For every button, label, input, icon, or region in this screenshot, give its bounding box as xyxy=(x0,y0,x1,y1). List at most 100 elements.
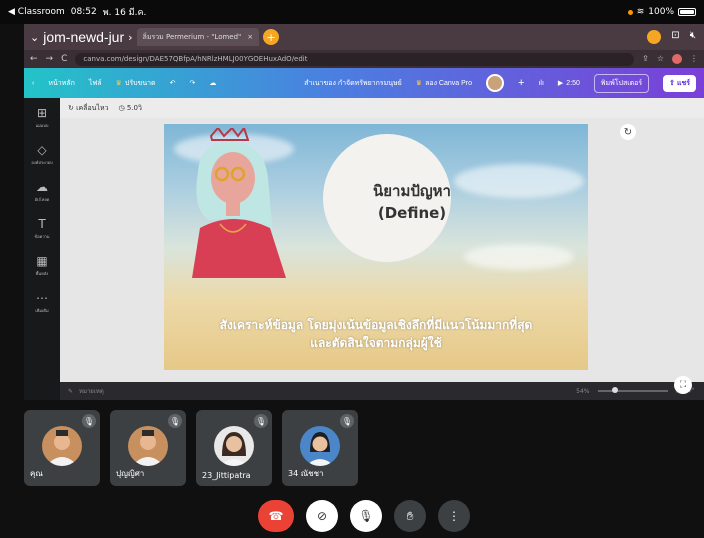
camera-off-icon: ⊘ xyxy=(316,509,328,523)
canvas-area: นิยามปัญหา (Define) สังเคราะห์ข้อมูล โดย… xyxy=(60,118,704,382)
resize-button[interactable]: ♛ ปรับขนาด xyxy=(116,78,156,89)
slide-title-line2: (Define) xyxy=(377,204,447,222)
notes-button[interactable]: หมายเหตุ xyxy=(79,386,104,396)
battery-icon xyxy=(678,8,696,16)
recording-dot-icon xyxy=(627,9,633,15)
end-call-button[interactable]: ☎ xyxy=(258,500,294,532)
document-title[interactable]: สำเนาของ กำจัดทรัพยากรมนุษย์ xyxy=(304,78,402,89)
home-link[interactable]: หน้าหลัก xyxy=(48,78,74,89)
mic-off-icon: 🎙︎ xyxy=(340,414,354,428)
fullscreen-icon[interactable]: ⛶ xyxy=(674,376,692,394)
file-menu[interactable]: ไฟล์ xyxy=(89,78,102,89)
slide-body-line1: สังเคราะห์ข้อมูล โดยมุ่งเน้นข้อมูลเชิงลึ… xyxy=(219,318,533,332)
share-button[interactable]: ⇧ แชร์ xyxy=(663,74,696,92)
meeting-code: jom-newd-jur xyxy=(43,29,125,45)
share-label: แชร์ xyxy=(676,79,690,87)
add-collaborator-icon[interactable]: + xyxy=(518,77,524,89)
more-icon: ⋯ xyxy=(36,291,48,305)
zoom-level: 54% xyxy=(576,387,590,395)
battery-percent: 100% xyxy=(648,7,674,17)
mic-toggle-button[interactable]: 🎙︎ xyxy=(350,500,382,532)
sidebar-item-background[interactable]: ▦ พื้นหลัง xyxy=(36,254,48,277)
mic-off-icon: 🎙︎ xyxy=(254,414,268,428)
avatar xyxy=(42,426,82,466)
back-to-app-link[interactable]: ◀ Classroom xyxy=(8,7,65,17)
status-time: 08:52 xyxy=(70,7,97,17)
sidebar-item-more[interactable]: ⋯ เพิ่มเติม xyxy=(35,291,48,314)
status-bar: ◀ Classroom 08:52 พ. 16 มี.ค. ≋ 100% xyxy=(0,0,704,24)
text-icon: T xyxy=(38,217,46,231)
close-icon[interactable]: × xyxy=(247,33,253,41)
mute-speaker-icon[interactable]: 🔇︎ xyxy=(690,30,696,44)
avatar xyxy=(300,426,340,466)
participant-tile[interactable]: 🎙︎ ปุญญิศา xyxy=(110,410,186,486)
menu-dots-icon[interactable]: ⋮ xyxy=(690,54,698,64)
call-controls: ☎ ⊘ 🎙︎ ✋︎ ⋮ xyxy=(258,500,470,532)
cloud-sync-icon: ☁ xyxy=(209,80,217,87)
more-options-button[interactable]: ⋮ xyxy=(438,500,470,532)
sidebar-item-templates[interactable]: ⊞ แม่แบบ xyxy=(36,106,49,129)
back-icon[interactable]: ← xyxy=(30,54,38,64)
print-poster-button[interactable]: พิมพ์โปสเตอร์ xyxy=(593,73,650,93)
slide[interactable]: นิยามปัญหา (Define) สังเคราะห์ข้อมูล โดย… xyxy=(164,124,588,370)
screenshot-icon[interactable]: ⊡ xyxy=(671,30,679,44)
duration-button[interactable]: ◷ 5.0วิ xyxy=(119,103,142,114)
slide-body: สังเคราะห์ข้อมูล โดยมุ่งเน้นข้อมูลเชิงลึ… xyxy=(164,316,588,352)
camera-toggle-button[interactable]: ⊘ xyxy=(306,500,338,532)
sidebar-item-text[interactable]: T ข้อความ xyxy=(35,217,50,240)
back-chevron-icon[interactable]: ‹ xyxy=(32,80,34,87)
redo-icon[interactable]: ↷ xyxy=(189,79,195,87)
user-avatar[interactable] xyxy=(486,74,505,92)
forward-icon[interactable]: → xyxy=(46,54,54,64)
participant-name: ปุญญิศา xyxy=(116,469,145,478)
rotate-icon[interactable]: ↻ xyxy=(620,124,636,140)
canva-sidebar: ⊞ แม่แบบ ◇ องค์ประกอบ ☁ อัปโหลด T ข้อควา… xyxy=(24,98,60,400)
sidebar-item-label: เพิ่มเติม xyxy=(35,308,49,313)
avatar xyxy=(214,426,254,466)
elements-icon: ◇ xyxy=(37,143,47,157)
zoom-slider[interactable] xyxy=(597,387,668,393)
new-tab-button[interactable]: + xyxy=(263,29,280,45)
present-button[interactable]: ▶ 2:50 xyxy=(557,79,580,88)
play-icon: ▶ xyxy=(557,80,564,87)
share-page-icon[interactable]: ⇪ xyxy=(642,54,649,64)
print-label: พิมพ์โปสเตอร์ xyxy=(600,79,643,87)
chevron-down-icon[interactable]: ⌄ xyxy=(30,31,39,44)
browser-tab[interactable]: ลิ่มรวม Permerium - "Lomed" × xyxy=(136,28,260,46)
canva-subtoolbar: ↻ เคลื่อนไหว ◷ 5.0วิ xyxy=(60,98,704,118)
canva-header: ‹ หน้าหลัก ไฟล์ ♛ ปรับขนาด ↶ ↷ ☁ สำเนาขอ… xyxy=(24,68,704,98)
try-pro-label: ลอง Canva Pro xyxy=(425,79,473,87)
undo-icon[interactable]: ↶ xyxy=(170,79,176,87)
insights-chart-icon[interactable]: ılı xyxy=(538,80,543,87)
url-field[interactable]: canva.com/design/DAE57QBfpA/hNRlzHMLJ00Y… xyxy=(75,52,635,66)
template-icon: ⊞ xyxy=(36,106,48,120)
mic-off-icon: 🎙︎ xyxy=(358,509,374,523)
participant-tile[interactable]: 🎙︎ คุณ xyxy=(24,410,100,486)
participant-tile[interactable]: 🎙︎ 34 ณัชชา xyxy=(282,410,358,486)
star-icon[interactable]: ☆ xyxy=(657,54,664,64)
animate-button[interactable]: ↻ เคลื่อนไหว xyxy=(68,103,109,114)
mic-off-icon: 🎙︎ xyxy=(82,414,96,428)
notes-icon: ✎ xyxy=(68,387,74,395)
zoom-slider-knob[interactable] xyxy=(611,387,618,393)
slide-title: นิยามปัญหา (Define) xyxy=(323,180,501,224)
chevron-right-icon[interactable]: › xyxy=(128,31,132,44)
participant-name: คุณ xyxy=(30,469,43,478)
wifi-icon: ≋ xyxy=(636,7,645,17)
animate-label: เคลื่อนไหว xyxy=(76,103,109,112)
profile-avatar[interactable] xyxy=(672,54,682,64)
extension-icon[interactable] xyxy=(647,30,662,44)
shared-screen: ⌄ jom-newd-jur › ลิ่มรวม Permerium - "Lo… xyxy=(24,24,704,400)
woman-illustration xyxy=(192,128,286,278)
sidebar-item-uploads[interactable]: ☁ อัปโหลด xyxy=(35,180,50,203)
participant-tile[interactable]: 🎙︎ 23_Jittipatra xyxy=(196,410,272,486)
crown-icon: ♛ xyxy=(115,80,122,87)
avatar xyxy=(128,426,168,466)
try-pro-button[interactable]: ♛ ลอง Canva Pro xyxy=(416,78,472,89)
raise-hand-button[interactable]: ✋︎ xyxy=(394,500,426,532)
sidebar-item-elements[interactable]: ◇ องค์ประกอบ xyxy=(31,143,52,166)
browser-tab-strip: ⌄ jom-newd-jur › ลิ่มรวม Permerium - "Lo… xyxy=(24,24,704,50)
participant-name: 23_Jittipatra xyxy=(202,471,251,480)
reload-icon[interactable]: C xyxy=(61,54,67,64)
sidebar-item-label: ข้อความ xyxy=(34,234,50,239)
